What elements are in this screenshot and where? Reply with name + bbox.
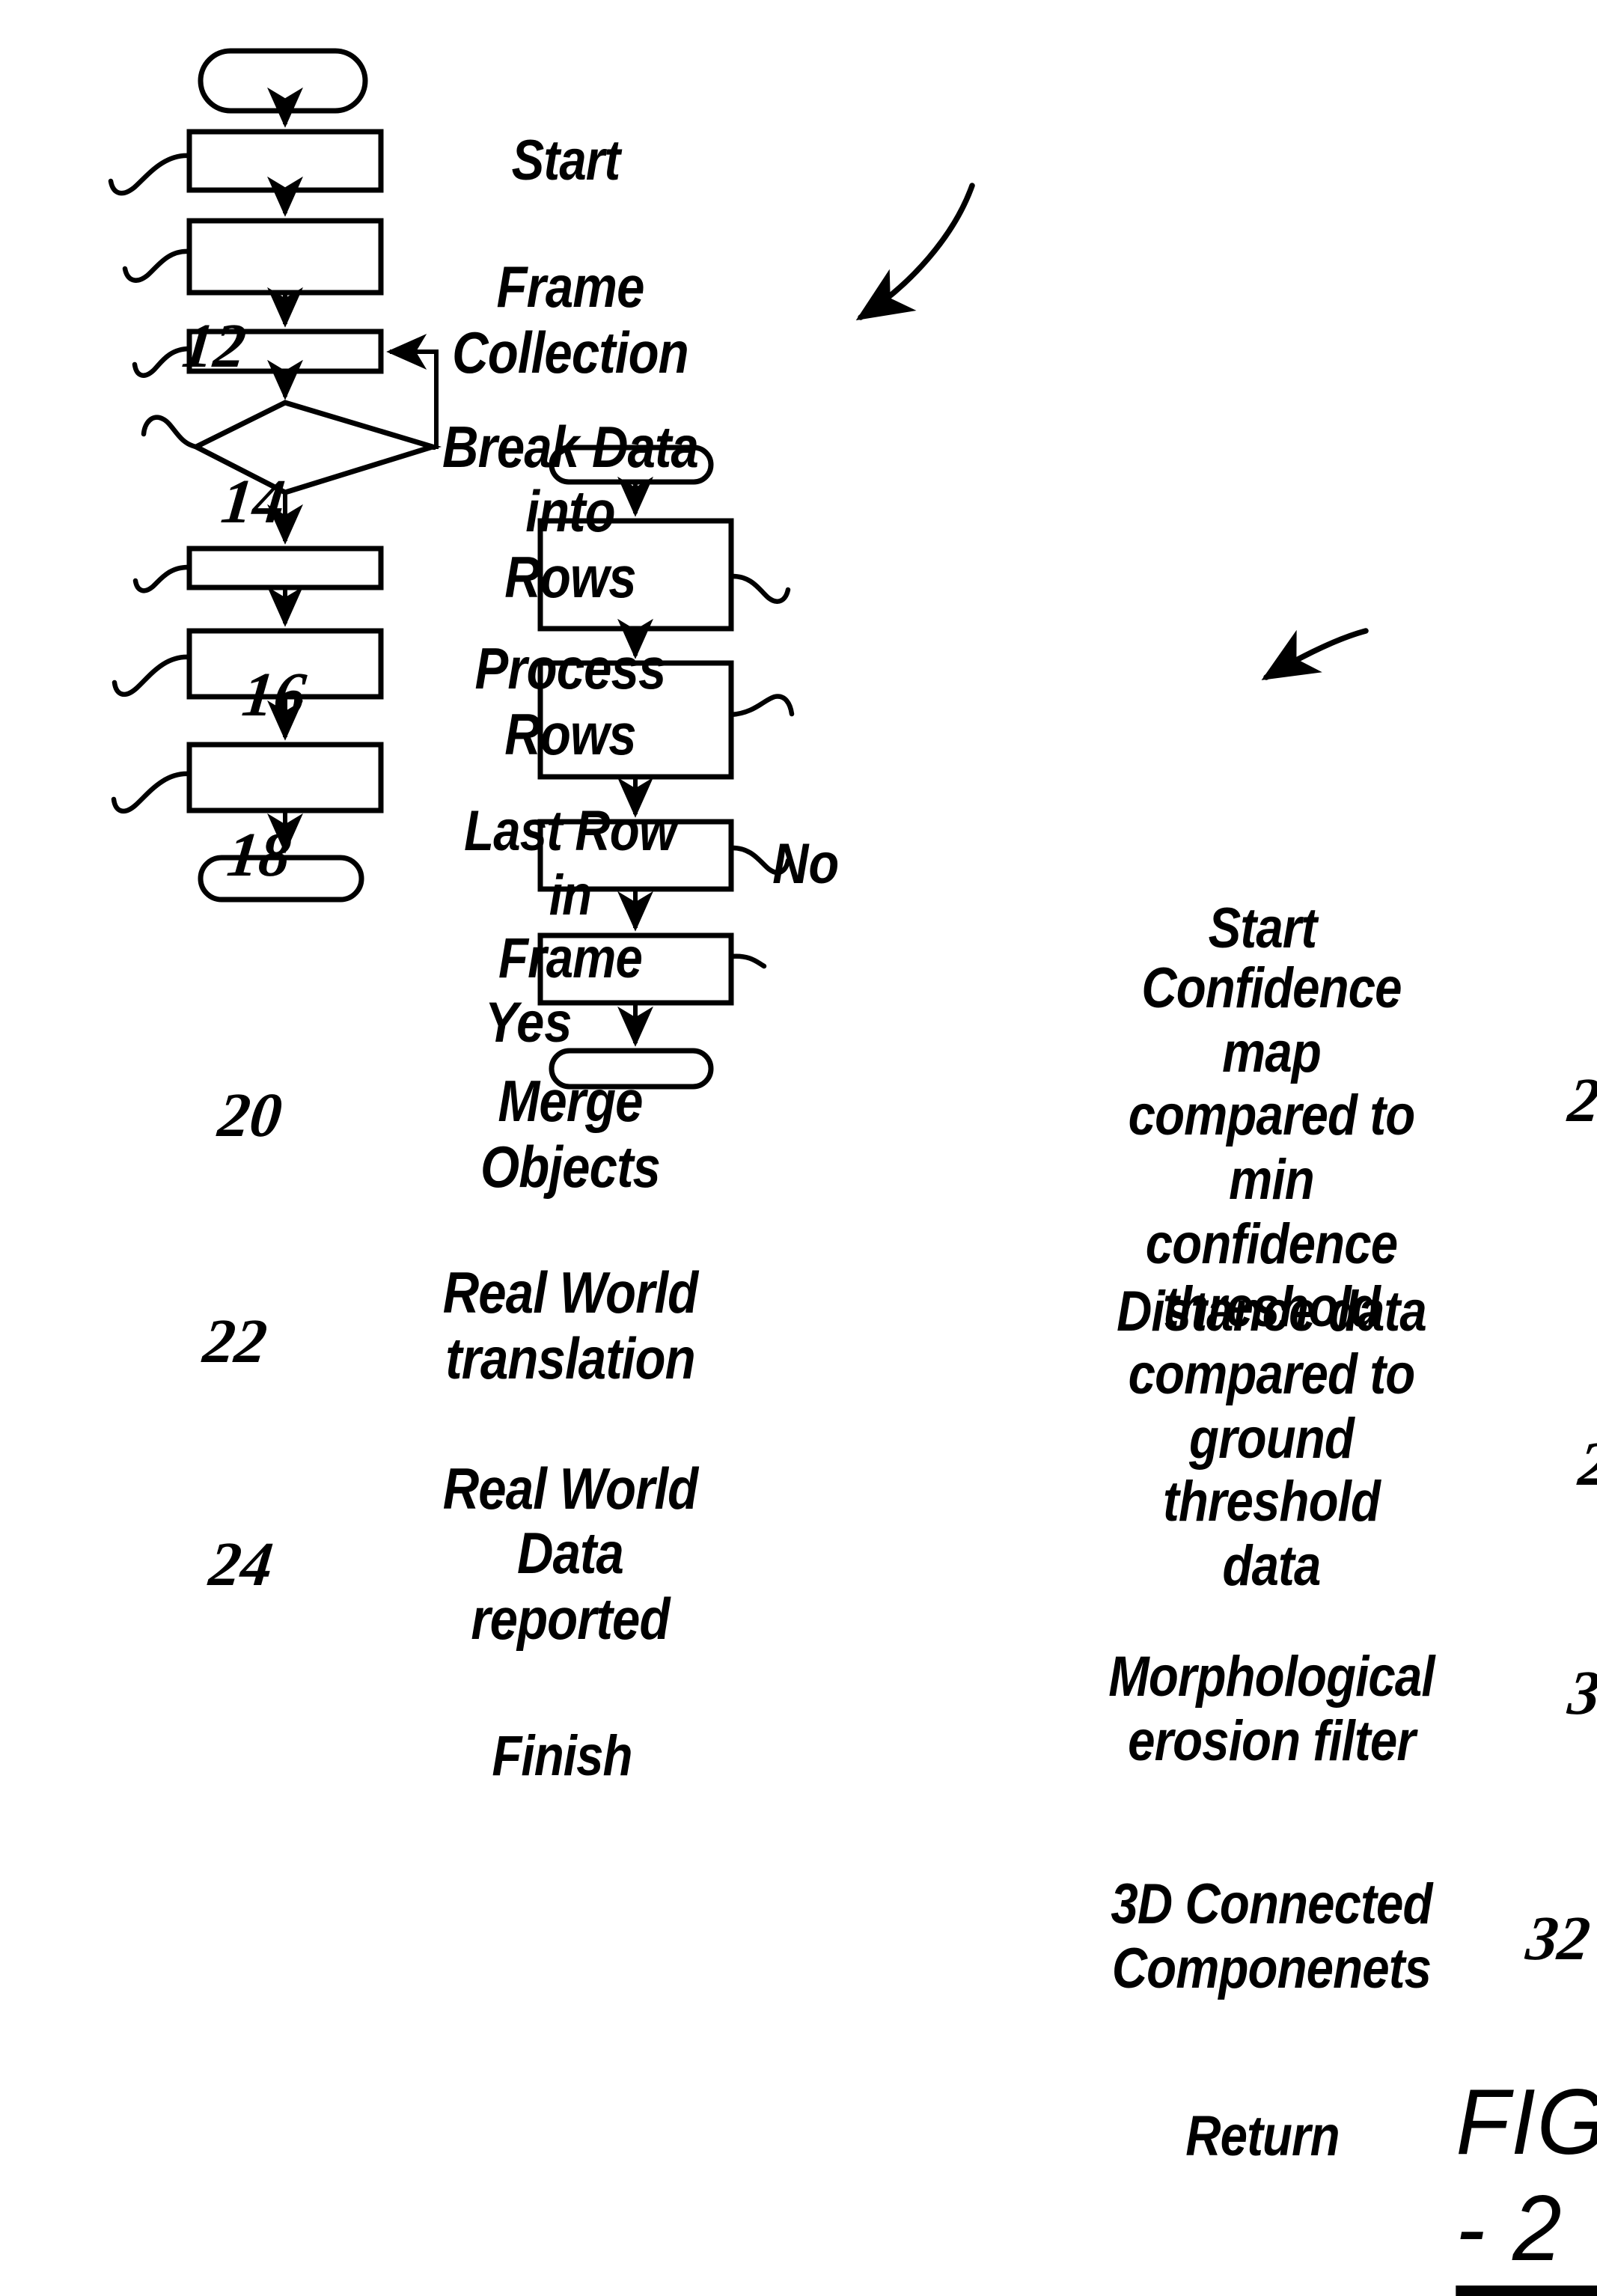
leader-24 — [111, 771, 192, 814]
fig1-rw-data-shape — [186, 742, 384, 813]
leader-12 — [108, 153, 192, 196]
leader-20 — [132, 564, 192, 593]
fig1-rw-translation-shape — [186, 628, 384, 700]
fig2-start-shape — [549, 445, 714, 485]
leader-arrow-16 — [1261, 628, 1369, 680]
figure2-caption-text: FIG - 2 — [1456, 2071, 1597, 2281]
fig2-return-label: Return — [1185, 2105, 1340, 2169]
patent-drawing-sheet: Start Frame Collection Break Data into R… — [0, 0, 1597, 2296]
fig1-start-shape — [198, 48, 368, 114]
fig1-break-rows-shape — [186, 218, 384, 296]
fig2-confidence-shape — [537, 518, 734, 632]
fig1-merge-objects-shape — [186, 546, 384, 590]
fig1-decision-shape — [190, 400, 442, 495]
leader-16a — [132, 346, 192, 378]
fig1-finish-shape — [198, 855, 364, 903]
leader-22 — [112, 654, 192, 697]
fig1-conn-no-loopback — [386, 334, 439, 449]
fig2-morph-shape — [537, 819, 734, 892]
leader-30 — [728, 845, 791, 876]
leader-26 — [728, 573, 791, 604]
leader-18 — [141, 415, 199, 450]
fig2-cc3d-shape — [537, 932, 734, 1006]
fig2-distance-shape — [537, 660, 734, 780]
flowchart-vector-layer — [108, 48, 1369, 1090]
leader-14 — [122, 248, 192, 283]
fig1-frame-collection-shape — [186, 129, 384, 193]
fig1-process-rows-shape — [186, 329, 384, 374]
leader-32 — [728, 953, 767, 969]
figure2-caption: FIG - 2 — [1456, 2070, 1597, 2296]
fig2-return-shape — [549, 1048, 714, 1090]
leader-arrow-10 — [855, 183, 975, 321]
leader-28 — [728, 694, 795, 718]
figure2-caption-underline — [1456, 2286, 1597, 2296]
